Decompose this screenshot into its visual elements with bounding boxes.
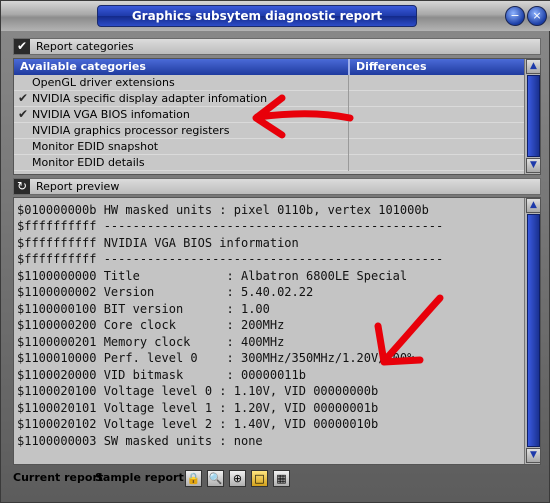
search-icon[interactable]: 🔍 [207, 470, 224, 487]
category-label: NVIDIA graphics processor registers [32, 124, 230, 137]
refresh-icon: ↻ [14, 179, 30, 194]
categories-column-header: Available categories Differences [14, 59, 524, 75]
close-icon[interactable]: × [527, 6, 547, 26]
search-plus-icon[interactable]: ⊕ [229, 470, 246, 487]
column-divider [348, 155, 349, 171]
scroll-thumb[interactable] [527, 75, 540, 157]
report-line: $1100000002 Version : 5.40.02.22 [17, 285, 314, 299]
category-label: Monitor EDID details [32, 156, 145, 169]
category-row-nvidia-registers[interactable]: NVIDIA graphics processor registers [14, 123, 524, 139]
report-preview-label: Report preview [36, 180, 120, 193]
categories-list[interactable]: Available categories Differences OpenGL … [13, 58, 541, 175]
report-line: $ffffffffff ----------------------------… [17, 252, 444, 266]
category-row-nvidia-adapter[interactable]: ✔ NVIDIA specific display adapter infoma… [14, 91, 524, 107]
scroll-up-icon[interactable]: ▲ [526, 59, 540, 74]
scroll-up-icon[interactable]: ▲ [526, 198, 540, 213]
save-icon[interactable]: ▦ [273, 470, 290, 487]
category-label: Monitor EDID snapshot [32, 140, 159, 153]
report-line: $ffffffffff NVIDIA VGA BIOS information [17, 236, 299, 250]
report-line: $1100020000 VID bitmask : 00000011b [17, 368, 306, 382]
tab-sample-report[interactable]: Sample report [95, 471, 184, 484]
report-line: $1100000003 SW masked units : none [17, 434, 263, 448]
column-divider [348, 107, 349, 123]
report-line: $1100000000 Title : Albatron 6800LE Spec… [17, 269, 408, 283]
folder-open-icon[interactable]: □ [251, 470, 268, 487]
category-row-nvidia-bios[interactable]: ✔ NVIDIA VGA BIOS infomation [14, 107, 524, 123]
category-row-opengl[interactable]: OpenGL driver extensions [14, 75, 524, 91]
column-divider [348, 139, 349, 155]
category-label: OpenGL driver extensions [32, 76, 175, 89]
lock-icon[interactable]: 🔒 [185, 470, 202, 487]
category-label: NVIDIA specific display adapter infomati… [32, 92, 268, 105]
report-line: $1100020101 Voltage level 1 : 1.20V, VID… [17, 401, 379, 415]
column-separator [348, 59, 350, 75]
scroll-down-icon[interactable]: ▼ [526, 158, 540, 173]
column-divider [348, 123, 349, 139]
category-row-edid-details[interactable]: Monitor EDID details [14, 155, 524, 171]
category-label: NVIDIA VGA BIOS infomation [32, 108, 190, 121]
report-line: $1100020102 Voltage level 2 : 1.40V, VID… [17, 417, 379, 431]
preview-scrollbar[interactable]: ▲ ▼ [524, 198, 540, 464]
column-available-categories[interactable]: Available categories [20, 60, 146, 73]
bottom-toolbar: Current report Sample report 🔒 🔍 ⊕ □ ▦ [7, 467, 547, 495]
tab-current-report[interactable]: Current report [13, 471, 103, 484]
category-row-edid-snapshot[interactable]: Monitor EDID snapshot [14, 139, 524, 155]
title-bar[interactable]: Graphics subsytem diagnostic report − × [1, 1, 550, 31]
column-divider [348, 75, 349, 91]
report-preview[interactable]: $010000000b HW masked units : pixel 0110… [13, 197, 541, 465]
minimize-icon[interactable]: − [505, 6, 525, 26]
report-line: $1100010000 Perf. level 0 : 300MHz/350MH… [17, 351, 415, 365]
report-preview-header[interactable]: ↻ Report preview [13, 178, 541, 195]
report-categories-label: Report categories [36, 40, 134, 53]
window-title: Graphics subsytem diagnostic report [97, 5, 417, 27]
report-line: $1100000201 Memory clock : 400MHz [17, 335, 285, 349]
diagnostic-report-window: Graphics subsytem diagnostic report − × … [0, 0, 550, 503]
check-icon[interactable]: ✔ [18, 107, 32, 121]
check-icon[interactable]: ✔ [18, 91, 32, 105]
report-categories-header[interactable]: ✔ Report categories [13, 38, 541, 55]
scroll-down-icon[interactable]: ▼ [526, 448, 540, 463]
categories-scrollbar[interactable]: ▲ ▼ [524, 59, 540, 174]
checkmark-icon: ✔ [14, 39, 30, 54]
report-line: $1100000200 Core clock : 200MHz [17, 318, 285, 332]
report-line: $010000000b HW masked units : pixel 0110… [17, 203, 429, 217]
column-divider [348, 91, 349, 107]
scroll-thumb[interactable] [527, 214, 540, 447]
report-line: $ffffffffff ----------------------------… [17, 219, 444, 233]
report-line: $1100000100 BIT version : 1.00 [17, 302, 270, 316]
report-line: $1100020100 Voltage level 0 : 1.10V, VID… [17, 384, 379, 398]
column-differences[interactable]: Differences [356, 60, 427, 73]
